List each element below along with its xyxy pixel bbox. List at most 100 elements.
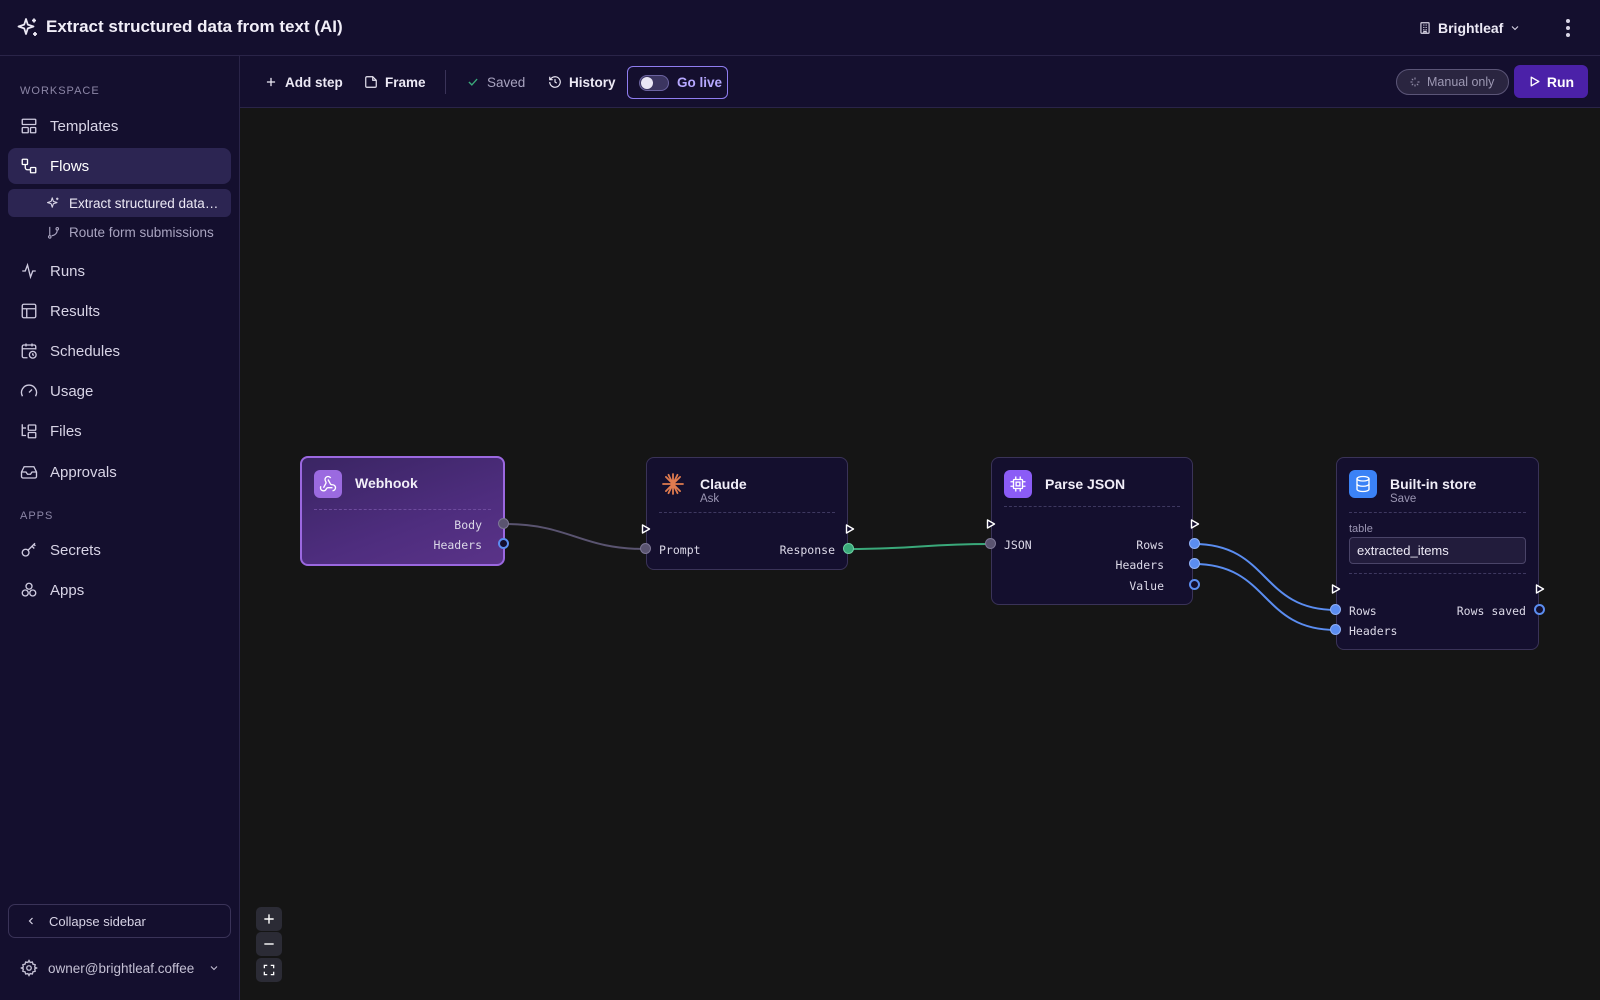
port-store-headers[interactable]	[1330, 624, 1341, 635]
saved-status: Saved	[466, 68, 525, 96]
sparkle-off-icon	[1410, 77, 1420, 87]
node-title: Parse JSON	[1045, 476, 1126, 492]
sidebar-flow-extract[interactable]: Extract structured data from text (AI)	[8, 189, 231, 217]
folder-tree-icon	[20, 422, 38, 440]
plus-icon	[266, 77, 276, 87]
zoom-out-button[interactable]	[256, 932, 282, 956]
node-divider	[1349, 512, 1526, 513]
flow-out-parse[interactable]	[1190, 519, 1200, 529]
manual-only-badge: Manual only	[1396, 69, 1509, 95]
plus-icon	[264, 914, 274, 924]
toggle-switch	[639, 74, 669, 91]
history-icon	[549, 76, 561, 88]
port-label-prompt: Prompt	[659, 543, 701, 557]
port-claude-prompt[interactable]	[640, 543, 651, 554]
claude-icon	[659, 470, 687, 498]
table-name-input[interactable]: extracted_items	[1349, 537, 1526, 564]
boxes-icon	[20, 581, 38, 599]
run-label: Run	[1546, 73, 1575, 90]
history-button[interactable]: History	[548, 68, 616, 96]
port-parse-json[interactable]	[985, 538, 996, 549]
sidebar-item-approvals[interactable]: Approvals	[8, 454, 231, 490]
activity-icon	[20, 262, 38, 280]
node-claude[interactable]: Claude Ask Prompt Response	[646, 457, 848, 570]
collapse-sidebar-button[interactable]: Collapse sidebar	[8, 904, 231, 938]
fit-view-button[interactable]	[256, 958, 282, 982]
user-email: owner@brightleaf.coffee	[48, 960, 195, 976]
flow-in-parse[interactable]	[986, 519, 996, 529]
port-label-json: JSON	[1004, 538, 1032, 552]
org-switcher[interactable]: Brightleaf	[1418, 16, 1521, 40]
flow-in-claude[interactable]	[641, 524, 651, 534]
add-step-label: Add step	[285, 74, 343, 90]
node-parse-json[interactable]: Parse JSON JSON Rows Headers Value	[991, 457, 1193, 605]
port-parse-headers[interactable]	[1189, 558, 1200, 569]
port-label-headers: Headers	[433, 538, 482, 552]
node-webhook[interactable]: Webhook Body Headers	[300, 456, 505, 566]
table-icon	[20, 302, 38, 320]
database-icon	[1349, 470, 1377, 498]
port-webhook-headers[interactable]	[498, 538, 509, 549]
node-title: Webhook	[355, 475, 418, 491]
port-parse-rows[interactable]	[1189, 538, 1200, 549]
port-parse-value[interactable]	[1189, 579, 1200, 590]
git-branch-icon	[45, 224, 61, 240]
sidebar-item-usage[interactable]: Usage	[8, 373, 231, 409]
sidebar-item-schedules[interactable]: Schedules	[8, 333, 231, 369]
collapse-sidebar-label: Collapse sidebar	[49, 913, 146, 929]
port-label-response: Response	[779, 543, 835, 557]
sidebar-item-results[interactable]: Results	[8, 293, 231, 329]
node-divider	[1349, 573, 1526, 574]
sidebar-item-templates[interactable]: Templates	[8, 108, 231, 144]
sidebar-flow-label: Extract structured data from text (AI)	[69, 195, 219, 211]
gauge-icon	[20, 382, 38, 400]
more-menu-button[interactable]	[1556, 14, 1580, 42]
run-button[interactable]: Run	[1514, 65, 1588, 98]
sidebar: WORKSPACE Templates Flows Extract struct…	[0, 56, 240, 1000]
flow-toolbar: Add step Frame Saved History Go live Man…	[240, 56, 1600, 108]
node-subtitle: Ask	[700, 493, 720, 505]
node-built-in-store[interactable]: Built-in store Save table extracted_item…	[1336, 457, 1539, 650]
check-icon	[468, 78, 478, 86]
sidebar-flow-route[interactable]: Route form submissions	[8, 218, 231, 246]
sidebar-flow-label: Route form submissions	[69, 224, 214, 240]
add-step-button[interactable]: Add step	[264, 68, 343, 96]
section-label-apps: APPS	[20, 510, 54, 522]
sidebar-item-secrets[interactable]: Secrets	[8, 532, 231, 568]
saved-label: Saved	[487, 74, 526, 90]
maximize-icon	[263, 964, 275, 976]
page-title: Extract structured data from text (AI)	[46, 17, 343, 36]
port-claude-response[interactable]	[843, 543, 854, 554]
section-label-workspace: WORKSPACE	[20, 85, 100, 97]
webhook-icon	[314, 470, 342, 498]
toggle-knob	[641, 76, 653, 89]
sidebar-item-label: Apps	[50, 581, 85, 599]
node-subtitle: Save	[1390, 493, 1417, 505]
port-store-rows-saved[interactable]	[1534, 604, 1545, 615]
chevron-down-icon	[1511, 26, 1519, 31]
toolbar-divider	[445, 70, 446, 94]
flow-out-store[interactable]	[1535, 584, 1545, 594]
sidebar-item-runs[interactable]: Runs	[8, 253, 231, 289]
sparkles-icon	[17, 18, 37, 36]
node-divider	[659, 512, 835, 513]
chevron-left-icon	[25, 914, 39, 928]
go-live-toggle[interactable]: Go live	[627, 66, 728, 99]
sticky-note-icon	[365, 76, 377, 88]
sidebar-item-apps[interactable]: Apps	[8, 572, 231, 608]
port-store-rows[interactable]	[1330, 604, 1341, 615]
sidebar-item-files[interactable]: Files	[8, 413, 231, 449]
sidebar-item-label: Files	[50, 422, 82, 440]
node-divider	[314, 509, 491, 510]
sidebar-item-flows[interactable]: Flows	[8, 148, 231, 184]
user-menu[interactable]: owner@brightleaf.coffee	[8, 952, 231, 984]
port-webhook-body[interactable]	[498, 518, 509, 529]
building-icon	[1420, 22, 1430, 34]
frame-button[interactable]: Frame	[364, 68, 426, 96]
workflow-icon	[20, 157, 38, 175]
flow-out-claude[interactable]	[845, 524, 855, 534]
sparkles-icon	[45, 195, 61, 211]
zoom-in-button[interactable]	[256, 907, 282, 931]
sidebar-item-label: Usage	[50, 382, 94, 400]
flow-in-store[interactable]	[1331, 584, 1341, 594]
